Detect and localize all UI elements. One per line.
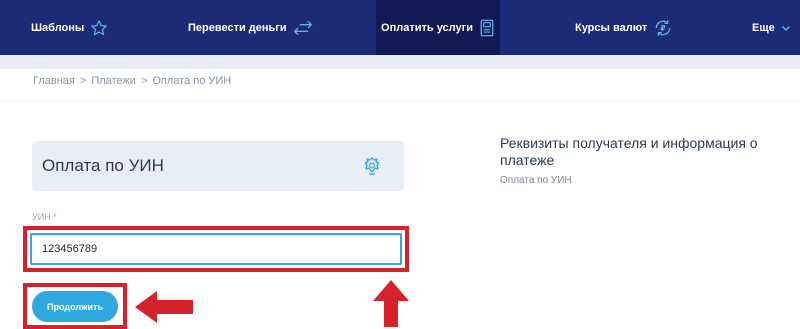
star-icon [90, 19, 108, 37]
currency-exchange-icon: ₽ [653, 18, 673, 38]
russian-emblem-icon [360, 154, 384, 183]
payment-terminal-icon [479, 19, 495, 37]
divider [0, 100, 800, 101]
svg-text:₽: ₽ [661, 23, 666, 32]
nav-item-label: Еще [752, 21, 775, 34]
breadcrumb: Главная > Платежи > Оплата по УИН [33, 75, 231, 91]
red-arrow-left-icon [135, 291, 193, 323]
form-header-card: Оплата по УИН [32, 141, 404, 191]
nav-item-more[interactable]: Еще [752, 0, 791, 55]
nav-item-label: Перевести деньги [188, 21, 287, 34]
chevron-down-icon [781, 24, 791, 32]
page-title: Оплата по УИН [42, 156, 164, 175]
uin-input[interactable] [30, 233, 402, 265]
breadcrumb-separator: > [79, 75, 87, 87]
info-title: Реквизиты получателя и информация о плат… [500, 135, 758, 168]
nav-item-label: Курсы валют [575, 21, 648, 34]
top-navigation: Шаблоны Перевести деньги Оплатить услуги… [0, 0, 800, 55]
nav-item-pay-services[interactable]: Оплатить услуги [376, 0, 500, 55]
continue-button[interactable]: Продолжить [32, 291, 118, 322]
breadcrumb-separator: > [140, 75, 148, 87]
uin-field-label: УИН * [32, 212, 57, 222]
nav-item-exchange-rates[interactable]: Курсы валют ₽ [575, 0, 673, 55]
nav-item-transfer[interactable]: Перевести деньги [188, 0, 313, 55]
transfer-arrows-icon [293, 20, 313, 36]
nav-item-label: Шаблоны [31, 21, 85, 34]
breadcrumb-payments[interactable]: Платежи [91, 75, 136, 91]
info-subtitle: Оплата по УИН [500, 175, 572, 186]
breadcrumb-current: Оплата по УИН [152, 75, 232, 87]
nav-item-label: Оплатить услуги [381, 21, 473, 34]
nav-substrip [0, 55, 800, 69]
nav-item-templates[interactable]: Шаблоны [31, 0, 108, 55]
red-arrow-up-icon [373, 280, 409, 327]
breadcrumb-home[interactable]: Главная [33, 75, 75, 91]
